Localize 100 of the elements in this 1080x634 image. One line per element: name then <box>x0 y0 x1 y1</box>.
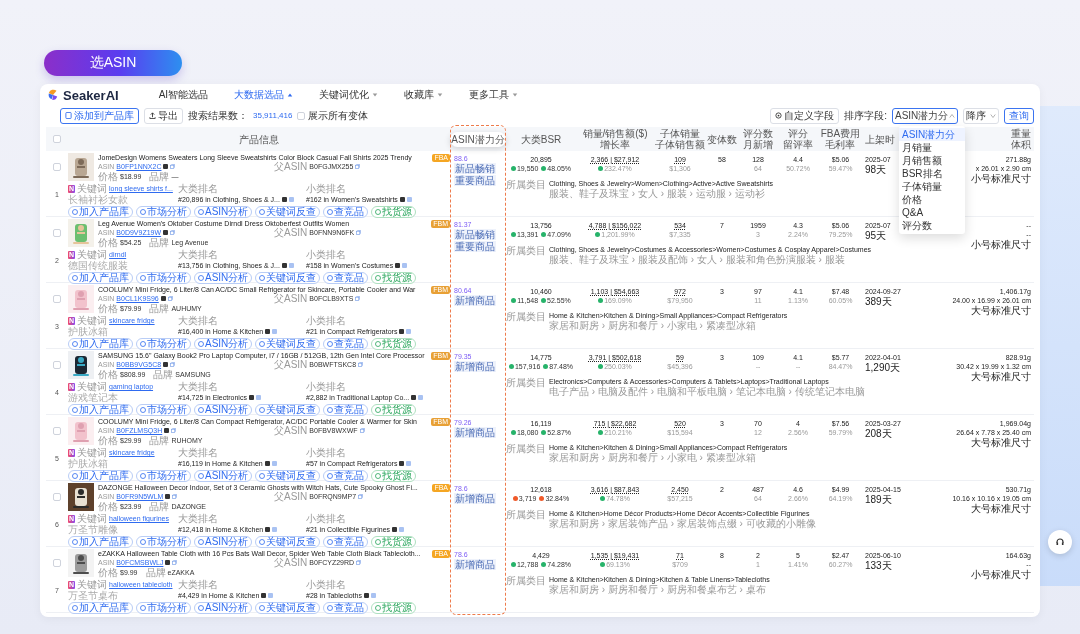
menu-option[interactable]: 月销量 <box>899 140 965 154</box>
checkbox[interactable] <box>53 229 61 237</box>
action-button[interactable]: 查竞品 <box>323 206 369 218</box>
action-button[interactable]: ASIN分析 <box>194 404 253 416</box>
checkbox[interactable] <box>53 559 61 567</box>
nav-tab[interactable]: 更多工具 <box>469 88 519 102</box>
action-button[interactable]: ASIN分析 <box>194 338 253 350</box>
action-button[interactable]: 市场分析 <box>136 338 191 350</box>
action-button[interactable]: 找货源 <box>371 272 417 284</box>
field-label: 品牌 <box>145 567 166 578</box>
copy-icon[interactable] <box>358 362 364 367</box>
copy-icon[interactable] <box>171 428 177 433</box>
custom-fields-button[interactable]: 自定义字段 <box>770 107 840 124</box>
copy-icon[interactable] <box>355 296 361 301</box>
copy-icon[interactable] <box>356 560 362 565</box>
menu-option[interactable]: 价格 <box>899 192 965 206</box>
field-label: 小类排名 <box>306 183 347 194</box>
action-button[interactable]: 市场分析 <box>136 206 191 218</box>
copy-icon[interactable] <box>170 164 176 169</box>
nav-tab[interactable]: 关键词优化 <box>319 88 379 102</box>
checkbox[interactable] <box>53 361 61 369</box>
action-button[interactable]: 关键词反查 <box>255 602 321 614</box>
action-button[interactable]: 查竞品 <box>323 536 369 548</box>
action-button[interactable]: 关键词反查 <box>255 272 321 284</box>
action-button[interactable]: 市场分析 <box>136 404 191 416</box>
action-button[interactable]: 关键词反查 <box>255 338 321 350</box>
action-button[interactable]: 关键词反查 <box>255 536 321 548</box>
action-button[interactable]: ASIN分析 <box>194 470 253 482</box>
action-button[interactable]: 加入产品库 <box>68 338 133 350</box>
action-button[interactable]: 市场分析 <box>136 272 191 284</box>
nav-tab[interactable]: 大数据选品 <box>234 88 294 102</box>
field-label: 品牌 <box>149 435 170 446</box>
field-label: 大类排名 <box>178 447 219 458</box>
tag: 新增商品 <box>454 361 496 372</box>
action-button[interactable]: ASIN分析 <box>194 602 253 614</box>
field-label: 父ASIN <box>274 227 308 238</box>
export-button[interactable]: 导出 <box>144 107 183 124</box>
checkbox[interactable] <box>53 427 61 435</box>
copy-icon[interactable] <box>172 560 178 565</box>
field-label: 大类排名 <box>178 249 219 260</box>
menu-option[interactable]: 月销售额 <box>899 153 965 167</box>
action-button[interactable]: ASIN分析 <box>194 206 253 218</box>
action-button[interactable]: 找货源 <box>371 206 417 218</box>
action-button[interactable]: 加入产品库 <box>68 602 133 614</box>
checkbox[interactable] <box>53 493 61 501</box>
checkbox[interactable] <box>53 135 61 143</box>
action-button[interactable]: 加入产品库 <box>68 470 133 482</box>
action-button[interactable]: 查竞品 <box>323 602 369 614</box>
field-label: 所属类目 <box>506 575 546 588</box>
field-label: 父ASIN <box>274 491 308 502</box>
action-button[interactable]: 找货源 <box>371 338 417 350</box>
query-button[interactable]: 查询 <box>1004 107 1034 124</box>
menu-option[interactable]: Q&A <box>899 205 965 219</box>
action-button[interactable]: 加入产品库 <box>68 536 133 548</box>
action-button[interactable]: 关键词反查 <box>255 404 321 416</box>
action-button[interactable]: 关键词反查 <box>255 206 321 218</box>
order-select[interactable]: 降序 <box>963 107 999 124</box>
action-button[interactable]: 市场分析 <box>136 470 191 482</box>
copy-icon[interactable] <box>359 428 365 433</box>
menu-option[interactable]: BSR排名 <box>899 166 965 180</box>
action-button[interactable]: 市场分析 <box>136 602 191 614</box>
action-button[interactable]: ASIN分析 <box>194 536 253 548</box>
action-button[interactable]: 找货源 <box>371 404 417 416</box>
copy-icon[interactable] <box>172 494 178 499</box>
nav-tab[interactable]: AI智能选品 <box>158 88 209 102</box>
action-button[interactable]: 查竞品 <box>323 470 369 482</box>
copy-icon[interactable] <box>355 164 361 169</box>
action-button[interactable]: 找货源 <box>371 470 417 482</box>
caret-icon <box>372 92 379 98</box>
square-icon <box>248 395 254 400</box>
checkbox[interactable] <box>53 163 61 171</box>
action-button[interactable]: 查竞品 <box>323 272 369 284</box>
copy-icon[interactable] <box>356 230 362 235</box>
checkbox[interactable] <box>297 111 306 120</box>
menu-option[interactable]: ASIN潜力分 <box>899 127 965 141</box>
field-label: 大类排名 <box>178 315 219 326</box>
square-icon <box>163 362 169 367</box>
column-header: 变体数 <box>707 133 737 145</box>
action-button[interactable]: 市场分析 <box>136 536 191 548</box>
menu-option[interactable]: 子体销量 <box>899 179 965 193</box>
sort-field-select[interactable]: ASIN潜力分 <box>892 107 958 124</box>
copy-icon[interactable] <box>170 362 176 367</box>
nav-tab[interactable]: 收藏库 <box>404 88 444 102</box>
action-button[interactable]: 加入产品库 <box>68 272 133 284</box>
action-button[interactable]: 加入产品库 <box>68 206 133 218</box>
action-button[interactable]: 加入产品库 <box>68 404 133 416</box>
menu-option[interactable]: 评分数 <box>899 218 965 232</box>
checkbox[interactable] <box>53 295 61 303</box>
action-button[interactable]: ASIN分析 <box>194 272 253 284</box>
action-button[interactable]: 找货源 <box>371 602 417 614</box>
action-button[interactable]: 关键词反查 <box>255 470 321 482</box>
action-button[interactable]: 查竞品 <box>323 404 369 416</box>
action-button[interactable]: 查竞品 <box>323 338 369 350</box>
add-to-library-button[interactable]: 添加到产品库 <box>60 107 139 124</box>
column-header: ASIN潜力分 <box>450 131 506 147</box>
copy-icon[interactable] <box>358 494 364 499</box>
field-label: 父ASIN <box>274 293 308 304</box>
copy-icon[interactable] <box>167 296 173 301</box>
copy-icon[interactable] <box>170 230 176 235</box>
action-button[interactable]: 找货源 <box>371 536 417 548</box>
